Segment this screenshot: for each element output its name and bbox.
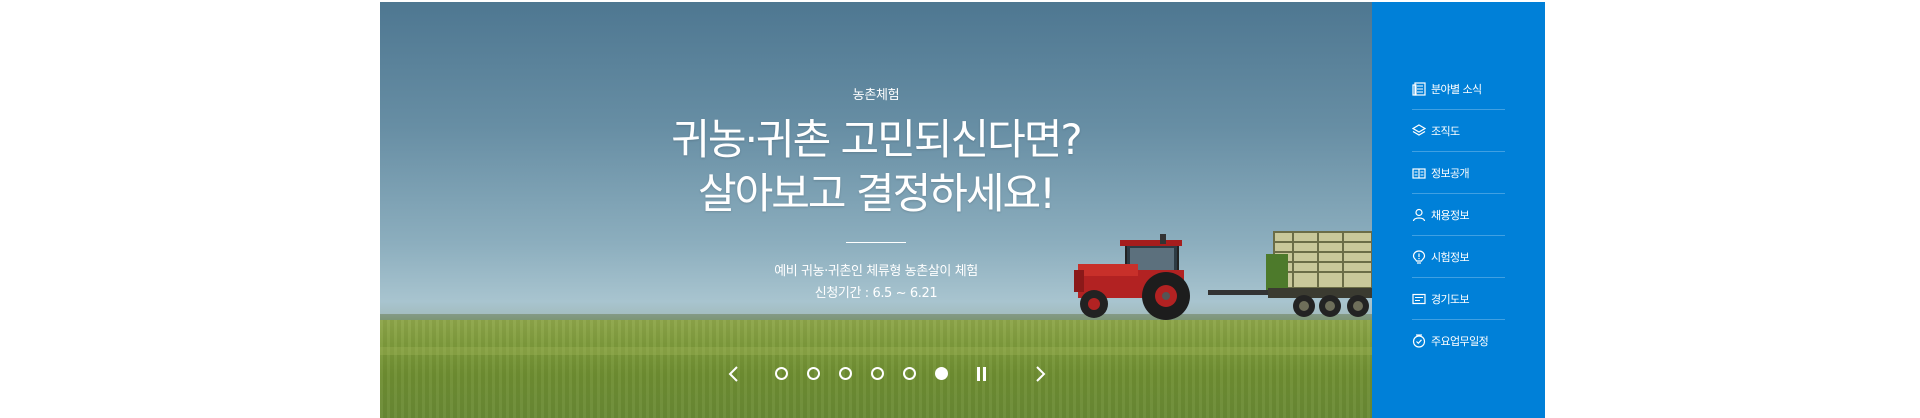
person-icon bbox=[1412, 208, 1426, 222]
hero-headline-line1: 귀농·귀촌 고민되신다면? bbox=[671, 115, 1082, 164]
hero-headline[interactable]: 귀농·귀촌 고민되신다면? 살아보고 결정하세요! bbox=[380, 113, 1372, 221]
quick-menu-exam[interactable]: 시험정보 bbox=[1412, 236, 1505, 278]
hero-sub-line2: 신청기간 : 6.5 ~ 6.21 bbox=[814, 286, 938, 301]
quick-menu-organization[interactable]: 조직도 bbox=[1412, 110, 1505, 152]
slide-dots bbox=[775, 367, 967, 380]
hero-category: 농촌체험 bbox=[852, 88, 900, 103]
slide-dot-2[interactable] bbox=[807, 367, 820, 380]
quick-menu-label: 경기도보 bbox=[1431, 292, 1470, 306]
book-icon bbox=[1412, 166, 1426, 180]
main-visual-section: 농촌체험 귀농·귀촌 고민되신다면? 살아보고 결정하세요! 예비 귀농·귀촌인… bbox=[380, 2, 1545, 418]
pause-icon bbox=[977, 367, 980, 381]
hero-subtext: 예비 귀농·귀촌인 체류형 농촌살이 체험 신청기간 : 6.5 ~ 6.21 bbox=[380, 261, 1372, 305]
slide-dot-5[interactable] bbox=[903, 367, 916, 380]
quick-menu-sidebar: 분야별 소식 조직도 정보공개 채용정보 시험정보 경기도보 주요업무일정 bbox=[1372, 2, 1545, 418]
hero-slider: 농촌체험 귀농·귀촌 고민되신다면? 살아보고 결정하세요! 예비 귀농·귀촌인… bbox=[380, 2, 1372, 418]
slide-dot-3[interactable] bbox=[839, 367, 852, 380]
news-icon bbox=[1412, 81, 1426, 96]
quick-menu-label: 채용정보 bbox=[1431, 208, 1470, 222]
slide-dot-1[interactable] bbox=[775, 367, 788, 380]
quick-menu-gazette[interactable]: 경기도보 bbox=[1412, 278, 1505, 320]
card-icon bbox=[1412, 292, 1426, 306]
quick-menu-label: 조직도 bbox=[1431, 124, 1460, 138]
slider-controls bbox=[725, 364, 1055, 384]
field-stripe bbox=[380, 347, 1372, 355]
quick-menu-label: 주요업무일정 bbox=[1431, 335, 1489, 348]
next-slide-button[interactable] bbox=[1031, 365, 1049, 383]
hero-sub-line1: 예비 귀농·귀촌인 체류형 농촌살이 체험 bbox=[774, 264, 978, 279]
hero-divider bbox=[846, 242, 906, 243]
quick-menu-disclosure[interactable]: 정보공개 bbox=[1412, 152, 1505, 194]
pause-button[interactable] bbox=[975, 367, 989, 381]
quick-menu-label: 정보공개 bbox=[1431, 166, 1470, 180]
quick-menu-label: 시험정보 bbox=[1431, 250, 1470, 264]
quick-menu-recruitment[interactable]: 채용정보 bbox=[1412, 194, 1505, 236]
prev-slide-button[interactable] bbox=[725, 365, 743, 383]
quick-menu-label: 분야별 소식 bbox=[1431, 82, 1482, 96]
alert-bulb-icon bbox=[1412, 249, 1426, 264]
slide-dot-4[interactable] bbox=[871, 367, 884, 380]
chevron-right-icon bbox=[1036, 366, 1046, 382]
quick-menu-schedule[interactable]: 주요업무일정 bbox=[1412, 320, 1505, 362]
hero-headline-line2: 살아보고 결정하세요! bbox=[698, 169, 1056, 218]
calendar-check-icon bbox=[1412, 334, 1426, 348]
chevron-left-icon bbox=[728, 366, 738, 382]
slide-dot-6[interactable] bbox=[935, 367, 948, 380]
quick-menu-news[interactable]: 분야별 소식 bbox=[1412, 68, 1505, 110]
layers-icon bbox=[1412, 123, 1426, 138]
hero-copy: 농촌체험 귀농·귀촌 고민되신다면? 살아보고 결정하세요! 예비 귀농·귀촌인… bbox=[380, 84, 1372, 305]
pause-icon-bar bbox=[983, 367, 986, 381]
